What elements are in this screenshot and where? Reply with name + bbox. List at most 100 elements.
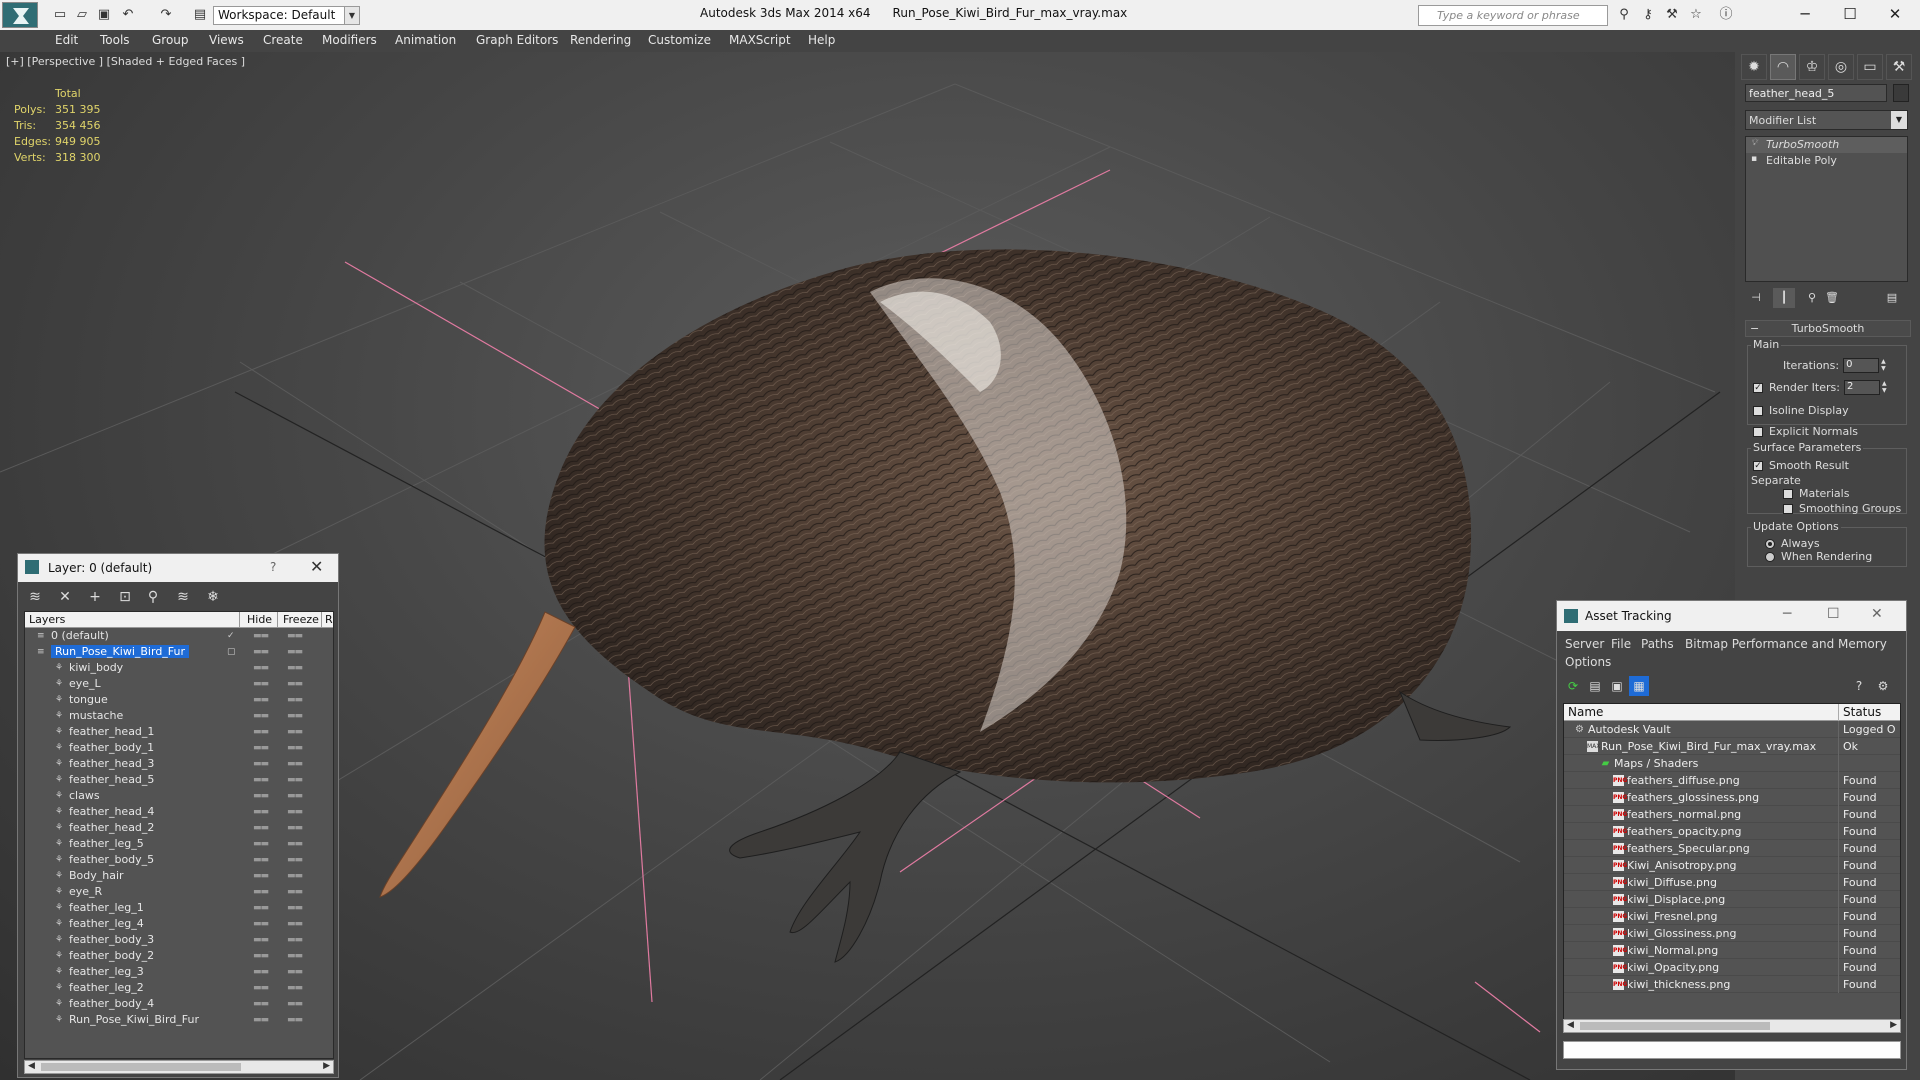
layer-row[interactable]: ⚘ feather_body_5 ▬▬ ▬▬	[25, 852, 333, 868]
layer-row[interactable]: ⚘ feather_head_4 ▬▬ ▬▬	[25, 804, 333, 820]
hide-toggle[interactable]: ▬▬	[253, 855, 269, 865]
hide-toggle[interactable]: ▬▬	[253, 887, 269, 897]
stack-item-turbosmooth[interactable]: 💡︎ TurboSmooth	[1746, 137, 1907, 153]
menu-paths[interactable]: Paths	[1641, 637, 1674, 651]
redo-icon[interactable]: ↷	[158, 7, 174, 23]
minimize-icon[interactable]: ─	[1783, 606, 1791, 622]
layer-row[interactable]: ⚘ eye_L ▬▬ ▬▬	[25, 676, 333, 692]
table-view-icon[interactable]: ▦	[1629, 676, 1649, 696]
freeze-toggle[interactable]: ▬▬	[287, 823, 303, 833]
freeze-toggle[interactable]: ▬▬	[287, 807, 303, 817]
menu-file[interactable]: File	[1611, 637, 1631, 651]
freeze-toggle[interactable]: ▬▬	[287, 679, 303, 689]
layer-row[interactable]: ≡ 0 (default) ✓ ▬▬ ▬▬	[25, 628, 333, 644]
layer-row[interactable]: ⚘ feather_leg_3 ▬▬ ▬▬	[25, 964, 333, 980]
freeze-toggle[interactable]: ▬▬	[287, 935, 303, 945]
close-icon[interactable]: ✕	[310, 557, 323, 576]
undo-icon[interactable]: ↶	[120, 7, 136, 23]
freeze-toggle[interactable]: ▬▬	[287, 631, 303, 641]
menu-group[interactable]: Group	[152, 33, 189, 47]
pin-stack-icon[interactable]: ⊣	[1745, 288, 1767, 308]
always-radio[interactable]	[1765, 538, 1775, 549]
asset-row[interactable]: PNG feathers_normal.png Found	[1564, 806, 1900, 823]
utilities-tab-icon[interactable]: ⚒	[1886, 54, 1912, 80]
smooth-result-checkbox[interactable]: ✓	[1753, 460, 1763, 471]
freeze-toggle[interactable]: ▬▬	[287, 743, 303, 753]
hide-toggle[interactable]: ▬▬	[253, 791, 269, 801]
column-name[interactable]: Name	[1568, 705, 1603, 719]
layer-row[interactable]: ⚘ feather_body_1 ▬▬ ▬▬	[25, 740, 333, 756]
freeze-toggle[interactable]: ▬▬	[287, 919, 303, 929]
hierarchy-tab-icon[interactable]: ♔	[1799, 54, 1825, 80]
scroll-left-icon[interactable]: ◀	[1567, 1020, 1574, 1030]
hide-toggle[interactable]: ▬▬	[253, 871, 269, 881]
menu-bitmap-performance[interactable]: Bitmap Performance and Memory	[1685, 637, 1887, 651]
column-layers[interactable]: Layers	[29, 613, 65, 626]
asset-row[interactable]: ▰ Maps / Shaders	[1564, 755, 1900, 772]
render-iters-input[interactable]: 2	[1843, 380, 1880, 395]
hide-toggle[interactable]: ▬▬	[253, 967, 269, 977]
highlight-layer-icon[interactable]: ⚲	[142, 586, 164, 608]
help-icon[interactable]: ⓘ	[1718, 7, 1734, 23]
layer-row[interactable]: ⚘ eye_R ▬▬ ▬▬	[25, 884, 333, 900]
viewport-label[interactable]: [+] [Perspective ] [Shaded + Edged Faces…	[6, 55, 245, 68]
asset-row[interactable]: PNG feathers_diffuse.png Found	[1564, 772, 1900, 789]
asset-row[interactable]: PNG kiwi_Displace.png Found	[1564, 891, 1900, 908]
scrollbar-thumb[interactable]	[1580, 1022, 1770, 1030]
render-iters-checkbox[interactable]: ✓	[1753, 382, 1763, 393]
freeze-toggle[interactable]: ▬▬	[287, 903, 303, 913]
layer-row[interactable]: ⚘ feather_head_2 ▬▬ ▬▬	[25, 820, 333, 836]
hide-toggle[interactable]: ▬▬	[253, 663, 269, 673]
explicit-normals-checkbox[interactable]	[1753, 426, 1763, 437]
motion-tab-icon[interactable]: ◎	[1828, 54, 1854, 80]
layer-row[interactable]: ⚘ feather_body_2 ▬▬ ▬▬	[25, 948, 333, 964]
column-freeze[interactable]: Freeze	[283, 613, 319, 626]
spinner-arrows-icon[interactable]: ▲ ▼	[1882, 380, 1890, 395]
add-to-layer-icon[interactable]: +	[84, 586, 106, 608]
hide-toggle[interactable]: ▬▬	[253, 999, 269, 1009]
help-icon[interactable]: ?	[1849, 676, 1869, 696]
workspace-select[interactable]: Workspace: Default	[213, 6, 359, 25]
remove-modifier-icon[interactable]: 🗑︎	[1821, 288, 1843, 308]
hide-toggle[interactable]: ▬▬	[253, 839, 269, 849]
asset-row[interactable]: ⚙ Autodesk Vault Logged O	[1564, 721, 1900, 738]
hide-toggle[interactable]: ▬▬	[253, 823, 269, 833]
layer-row[interactable]: ⚘ claws ▬▬ ▬▬	[25, 788, 333, 804]
menu-customize[interactable]: Customize	[648, 33, 711, 47]
hide-toggle[interactable]: ▬▬	[253, 695, 269, 705]
layer-row[interactable]: ⚘ Run_Pose_Kiwi_Bird_Fur ▬▬ ▬▬	[25, 1012, 333, 1028]
display-tab-icon[interactable]: ▭	[1857, 54, 1883, 80]
freeze-toggle[interactable]: ▬▬	[287, 647, 303, 657]
freeze-all-layers-icon[interactable]: ❄	[202, 586, 224, 608]
stack-item-editable-poly[interactable]: ▪ Editable Poly	[1746, 153, 1907, 169]
refresh-icon[interactable]: ⟳	[1563, 676, 1583, 696]
iterations-spinner[interactable]: Iterations: 0 ▲ ▼	[1783, 358, 1889, 373]
favorites-star-icon[interactable]: ☆	[1688, 7, 1704, 23]
menu-animation[interactable]: Animation	[395, 33, 456, 47]
freeze-toggle[interactable]: ▬▬	[287, 951, 303, 961]
menu-modifiers[interactable]: Modifiers	[322, 33, 377, 47]
layer-row[interactable]: ≡ Run_Pose_Kiwi_Bird_Fur ▢ ▬▬ ▬▬	[25, 644, 333, 660]
layer-row[interactable]: ⚘ feather_leg_4 ▬▬ ▬▬	[25, 916, 333, 932]
hide-all-layers-icon[interactable]: ≋	[172, 586, 194, 608]
hide-toggle[interactable]: ▬▬	[253, 727, 269, 737]
asset-row[interactable]: PNG kiwi_Normal.png Found	[1564, 942, 1900, 959]
asset-row[interactable]: PNG kiwi_Fresnel.png Found	[1564, 908, 1900, 925]
hide-toggle[interactable]: ▬▬	[253, 711, 269, 721]
column-hide[interactable]: Hide	[247, 613, 272, 626]
help-icon[interactable]: ?	[270, 560, 276, 574]
asset-dialog-titlebar[interactable]: Asset Tracking ─ ☐ ✕	[1557, 601, 1906, 631]
freeze-toggle[interactable]: ▬▬	[287, 967, 303, 977]
hide-toggle[interactable]: ▬▬	[253, 743, 269, 753]
kiwi-bird-model[interactable]	[379, 249, 1512, 963]
freeze-toggle[interactable]: ▬▬	[287, 791, 303, 801]
layer-row[interactable]: ⚘ feather_leg_2 ▬▬ ▬▬	[25, 980, 333, 996]
menu-tools[interactable]: Tools	[100, 33, 130, 47]
freeze-toggle[interactable]: ▬▬	[287, 839, 303, 849]
column-render[interactable]: R	[325, 613, 333, 626]
menu-maxscript[interactable]: MAXScript	[729, 33, 791, 47]
freeze-toggle[interactable]: ▬▬	[287, 855, 303, 865]
scroll-right-icon[interactable]: ▶	[1890, 1020, 1897, 1030]
materials-checkbox[interactable]	[1783, 488, 1793, 499]
menu-options[interactable]: Options	[1565, 655, 1611, 669]
